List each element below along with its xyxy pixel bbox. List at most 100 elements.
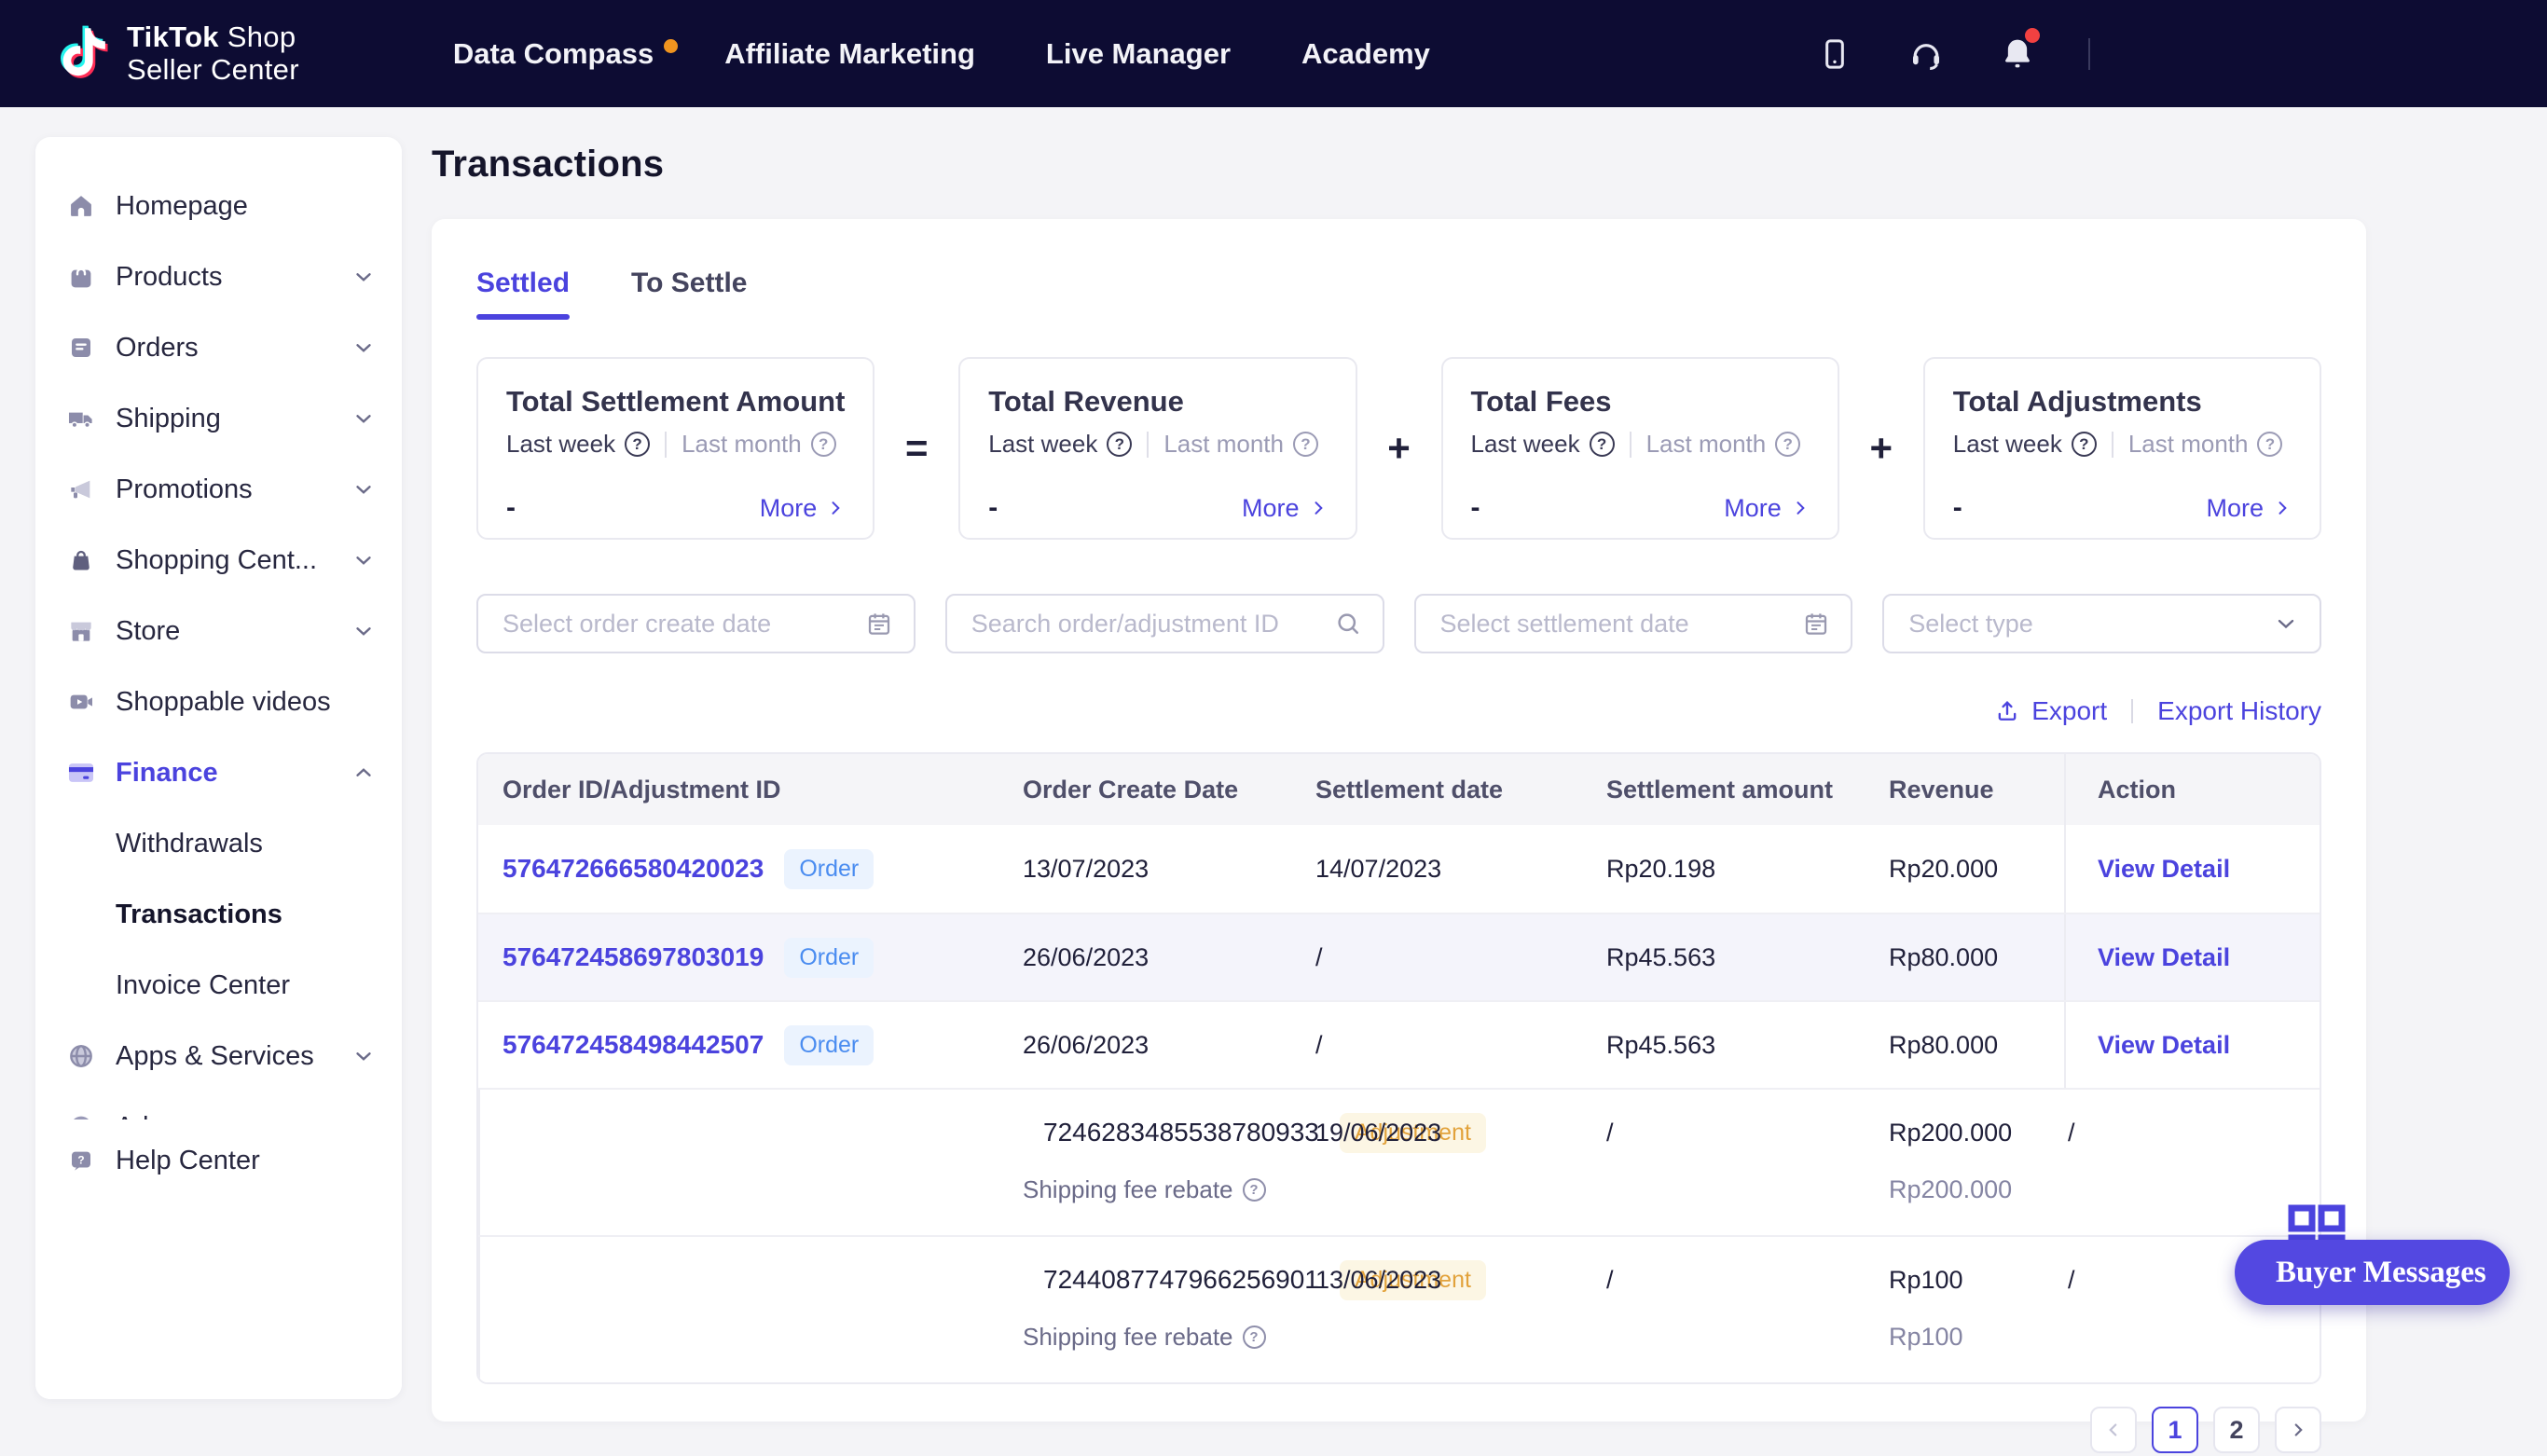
pagination-page-2[interactable]: 2: [2213, 1407, 2260, 1453]
sidebar-item-shipping[interactable]: Shipping: [35, 383, 402, 454]
tab-to-settle[interactable]: To Settle: [631, 268, 747, 320]
upload-icon: [1994, 698, 2020, 724]
view-detail-link[interactable]: View Detail: [2098, 855, 2230, 884]
globe-icon: [65, 1040, 97, 1072]
sidebar-item-withdrawals[interactable]: Withdrawals: [35, 808, 402, 879]
chevron-down-icon: [351, 336, 376, 360]
order-create-date: 19/06/2023: [1312, 1119, 1603, 1147]
notifications-bell-icon[interactable]: [1997, 34, 2038, 75]
type-select[interactable]: [1882, 594, 2321, 653]
order-create-date-input[interactable]: [503, 610, 852, 639]
tab-settled[interactable]: Settled: [476, 268, 570, 320]
help-circle-icon[interactable]: ?: [2257, 432, 2282, 457]
more-link[interactable]: More: [760, 494, 846, 523]
sidebar-item-apps-services[interactable]: Apps & Services: [35, 1021, 402, 1092]
plus-operator: +: [1839, 357, 1923, 540]
help-circle-icon[interactable]: ?: [1775, 432, 1800, 457]
pagination-prev-button[interactable]: [2090, 1407, 2137, 1453]
help-circle-icon[interactable]: ?: [2072, 432, 2097, 457]
adjustment-sub-amount: Rp100: [1885, 1323, 2064, 1352]
export-row: Export Export History: [476, 696, 2321, 726]
settlement-amount: Rp20.198: [1603, 855, 1885, 884]
buyer-messages-button[interactable]: Buyer Messages: [2235, 1240, 2510, 1305]
more-link[interactable]: More: [1724, 494, 1810, 523]
orders-document-icon: [65, 332, 97, 364]
shipping-truck-icon: [65, 403, 97, 434]
page-title: Transactions: [432, 144, 2366, 185]
adjustment-reason: Shipping fee rebate?: [1019, 1175, 1312, 1204]
order-id-link[interactable]: 576472666580420023: [503, 854, 764, 884]
type-select-value[interactable]: [1908, 610, 2260, 639]
period-last-week[interactable]: Last week?: [1953, 430, 2097, 459]
order-type-badge: Order: [784, 849, 874, 889]
nav-live-manager[interactable]: Live Manager: [1046, 37, 1231, 71]
nav-academy[interactable]: Academy: [1301, 37, 1430, 71]
card-value: -: [1953, 492, 1962, 524]
period-last-week[interactable]: Last week?: [506, 430, 650, 459]
sidebar-item-homepage[interactable]: Homepage: [35, 171, 402, 241]
chevron-down-icon: [351, 1044, 376, 1068]
sidebar-item-promotions[interactable]: Promotions: [35, 454, 402, 525]
nav-data-compass[interactable]: Data Compass: [453, 37, 654, 71]
order-id-link[interactable]: 576472458498442507: [503, 1030, 764, 1060]
calendar-icon: [865, 610, 893, 638]
sidebar-item-help-center[interactable]: ? Help Center: [35, 1125, 402, 1196]
period-last-month[interactable]: Last month?: [1163, 430, 1318, 459]
view-detail-link[interactable]: View Detail: [2098, 1031, 2230, 1060]
settlement-date: /: [1603, 1119, 1885, 1147]
card-value: -: [988, 492, 998, 524]
chevron-up-icon: [351, 761, 376, 785]
order-adjustment-id-input[interactable]: [971, 610, 1321, 639]
order-create-date-filter[interactable]: [476, 594, 916, 653]
help-circle-icon[interactable]: ?: [1243, 1326, 1266, 1349]
period-last-month[interactable]: Last month?: [681, 430, 836, 459]
nav-affiliate-marketing[interactable]: Affiliate Marketing: [724, 37, 975, 71]
top-header: TikTok Shop Seller Center Data Compass A…: [0, 0, 2547, 107]
sidebar-item-shoppable-videos[interactable]: Shoppable videos: [35, 666, 402, 737]
sidebar-item-orders[interactable]: Orders: [35, 312, 402, 383]
sidebar-item-store[interactable]: Store: [35, 596, 402, 666]
sidebar-item-products[interactable]: Products: [35, 241, 402, 312]
search-icon: [1334, 610, 1362, 638]
help-circle-icon[interactable]: ?: [1293, 432, 1318, 457]
support-headset-icon[interactable]: [1906, 34, 1947, 75]
shopping-center-bag-icon: [65, 544, 97, 576]
card-total-revenue: Total Revenue Last week? Last month? - M…: [958, 357, 1356, 540]
help-circle-icon[interactable]: ?: [1243, 1178, 1266, 1202]
order-adjustment-id-search[interactable]: [945, 594, 1384, 653]
video-camera-icon: [65, 686, 97, 718]
order-id-link[interactable]: 576472458697803019: [503, 942, 764, 972]
help-circle-icon[interactable]: ?: [811, 432, 836, 457]
order-type-badge: Order: [784, 1025, 874, 1065]
period-last-month[interactable]: Last month?: [2128, 430, 2283, 459]
period-last-week[interactable]: Last week?: [1471, 430, 1615, 459]
table-row: 576472458498442507 Order 26/06/2023 / Rp…: [478, 1000, 2320, 1088]
help-circle-icon[interactable]: ?: [1107, 432, 1132, 457]
mobile-app-icon[interactable]: [1814, 34, 1855, 75]
promotions-megaphone-icon: [65, 474, 97, 505]
settlement-date: /: [1603, 1266, 1885, 1295]
more-link[interactable]: More: [1242, 494, 1328, 523]
top-navigation: Data Compass Affiliate Marketing Live Ma…: [453, 37, 1430, 71]
help-circle-icon[interactable]: ?: [1590, 432, 1615, 457]
view-detail-link[interactable]: View Detail: [2098, 943, 2230, 972]
settlement-date-filter[interactable]: [1414, 594, 1853, 653]
export-history-link[interactable]: Export History: [2157, 696, 2321, 726]
transactions-panel: Settled To Settle Total Settlement Amoun…: [432, 219, 2366, 1422]
tiktok-shop-logo[interactable]: TikTok Shop Seller Center: [56, 21, 299, 86]
export-button[interactable]: Export: [1994, 696, 2107, 726]
settlement-amount: Rp100: [1885, 1266, 2064, 1295]
more-link[interactable]: More: [2206, 494, 2292, 523]
pagination-page-1[interactable]: 1: [2152, 1407, 2198, 1453]
pagination-next-button[interactable]: [2275, 1407, 2321, 1453]
period-last-month[interactable]: Last month?: [1646, 430, 1801, 459]
sidebar-item-transactions[interactable]: Transactions: [35, 879, 402, 950]
help-circle-icon[interactable]: ?: [625, 432, 650, 457]
order-create-date: 13/07/2023: [1019, 855, 1312, 884]
period-last-week[interactable]: Last week?: [988, 430, 1132, 459]
sidebar-item-shopping-center[interactable]: Shopping Cent...: [35, 525, 402, 596]
sidebar-item-finance[interactable]: Finance: [35, 737, 402, 808]
settlement-date-input[interactable]: [1440, 610, 1790, 639]
sidebar-item-invoice-center[interactable]: Invoice Center: [35, 950, 402, 1021]
settlement-amount: Rp200.000: [1885, 1119, 2064, 1147]
